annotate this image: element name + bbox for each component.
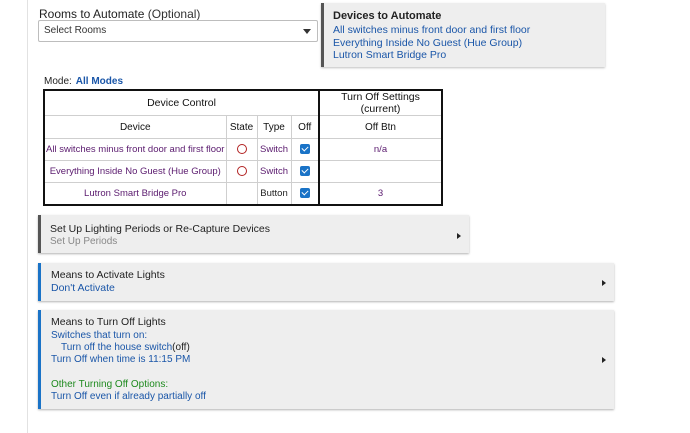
device-control-header: Device Control: [43, 89, 320, 116]
activate-lights-subtitle: Don't Activate: [51, 282, 115, 294]
switch-state-text: (off): [172, 342, 190, 353]
off-btn-cell[interactable]: n/a: [318, 138, 443, 161]
turn-off-settings-header: Turn Off Settings (current): [318, 89, 443, 116]
time-line: Turn Off when time is 11:15 PM: [51, 354, 191, 365]
state-cell[interactable]: [225, 138, 258, 161]
mode-value[interactable]: All Modes: [76, 76, 123, 87]
rooms-select[interactable]: Select Rooms: [38, 20, 318, 42]
chevron-right-icon: [602, 280, 606, 286]
off-cell[interactable]: [290, 182, 320, 206]
column-header-type: Type: [256, 115, 292, 139]
rooms-select-placeholder: Select Rooms: [44, 25, 107, 36]
rooms-label-text: Rooms to Automate: [39, 7, 145, 21]
turn-off-lights-title: Means to Turn Off Lights: [51, 316, 166, 328]
checkbox-checked-icon[interactable]: [299, 166, 310, 177]
mode-label: Mode:: [44, 76, 72, 87]
chevron-down-icon: [303, 29, 311, 34]
type-cell: Switch: [256, 138, 292, 161]
rooms-optional-text: (Optional): [147, 7, 201, 21]
switch-line-text: Turn off the house switch: [61, 342, 173, 353]
devices-to-automate-panel[interactable]: Devices to Automate All switches minus f…: [321, 3, 605, 67]
table-row: Lutron Smart Bridge Pro Button 3: [43, 182, 443, 206]
off-cell[interactable]: [290, 160, 320, 183]
switch-line: Turn off the house switch(off): [61, 342, 190, 353]
devices-list: All switches minus front door and first …: [333, 24, 530, 62]
activate-lights-title: Means to Activate Lights: [51, 269, 165, 281]
radio-off-icon[interactable]: [236, 166, 247, 177]
off-btn-cell[interactable]: 3: [318, 182, 443, 206]
device-list-item: All switches minus front door and first …: [333, 24, 531, 36]
rooms-label: Rooms to Automate (Optional): [39, 7, 200, 21]
device-control-table: Device Control Turn Off Settings (curren…: [43, 89, 443, 206]
checkbox-checked-icon[interactable]: [299, 188, 310, 199]
chevron-right-icon: [602, 357, 606, 363]
column-header-off: Off: [290, 115, 320, 139]
other-options-label: Other Turning Off Options:: [51, 379, 169, 390]
device-list-item: Everything Inside No Guest (Hue Group): [333, 36, 523, 49]
mode-line: Mode: All Modes: [44, 76, 123, 87]
radio-off-icon[interactable]: [236, 144, 247, 155]
column-header-state: State: [225, 115, 258, 139]
type-cell: Switch: [256, 160, 292, 183]
state-cell: [225, 182, 258, 206]
devices-title: Devices to Automate: [333, 10, 442, 22]
device-name-cell[interactable]: Everything Inside No Guest (Hue Group): [43, 160, 227, 183]
activate-lights-panel[interactable]: Means to Activate Lights Don't Activate: [38, 263, 614, 301]
lighting-periods-panel[interactable]: Set Up Lighting Periods or Re-Capture De…: [38, 215, 469, 253]
lighting-periods-title: Set Up Lighting Periods or Re-Capture De…: [50, 223, 271, 235]
column-header-device: Device: [43, 115, 227, 139]
column-header-off-btn: Off Btn: [318, 115, 443, 139]
state-cell[interactable]: [225, 160, 258, 183]
lighting-periods-subtitle: Set Up Periods: [50, 236, 118, 247]
device-name-cell[interactable]: All switches minus front door and first …: [43, 138, 227, 161]
table-row: Everything Inside No Guest (Hue Group) S…: [43, 160, 443, 183]
turn-off-lights-panel[interactable]: Means to Turn Off Lights Switches that t…: [38, 310, 614, 409]
switches-label: Switches that turn on:: [51, 330, 148, 341]
device-list-item: Lutron Smart Bridge Pro: [333, 49, 447, 61]
off-btn-cell[interactable]: [318, 160, 443, 183]
checkbox-checked-icon[interactable]: [299, 144, 310, 155]
chevron-right-icon: [457, 233, 461, 239]
type-cell: Button: [256, 182, 292, 206]
table-row: All switches minus front door and first …: [43, 138, 443, 161]
off-cell[interactable]: [290, 138, 320, 161]
page-left-divider: [27, 0, 28, 433]
device-name-cell[interactable]: Lutron Smart Bridge Pro: [43, 182, 227, 206]
other-options-value: Turn Off even if already partially off: [51, 391, 206, 402]
